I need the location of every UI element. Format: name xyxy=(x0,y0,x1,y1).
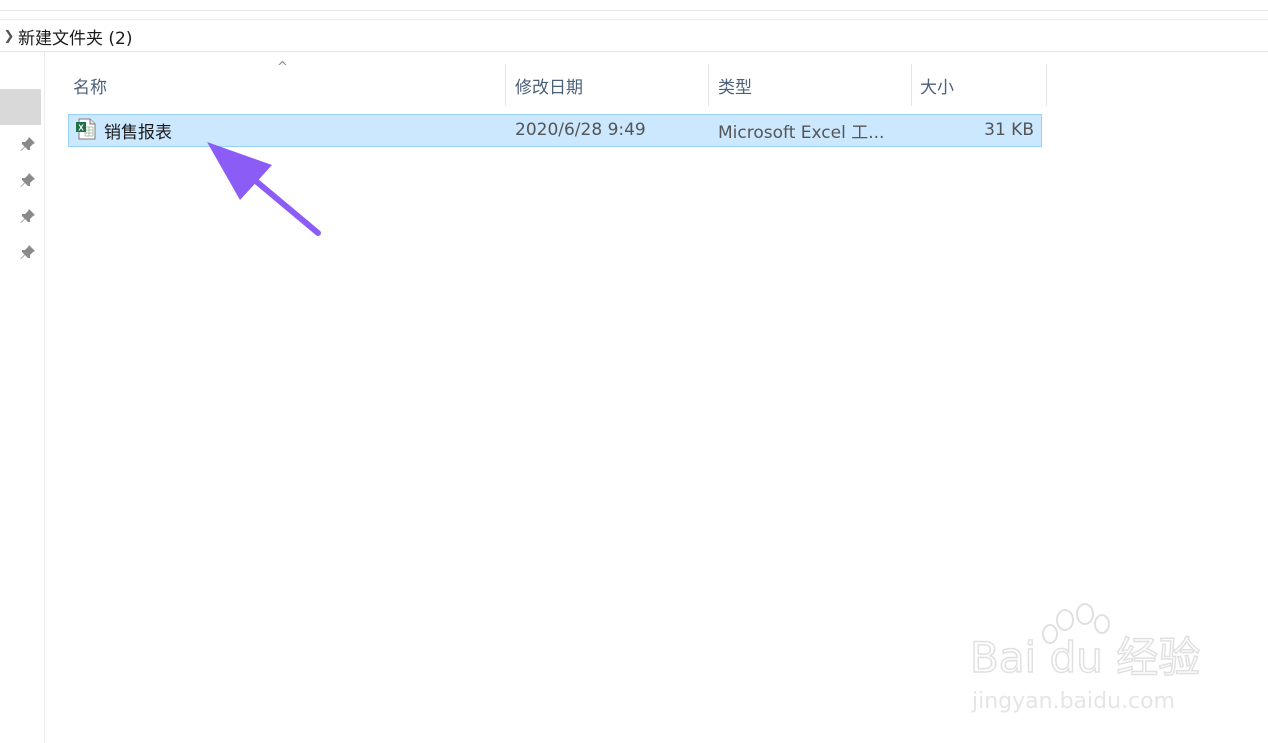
watermark-brand: Bai du 经验 xyxy=(970,633,1200,682)
baidu-jingyan-watermark: Bai du 经验 jingyan.baidu.com xyxy=(970,603,1201,714)
watermark-url: jingyan.baidu.com xyxy=(971,689,1175,714)
